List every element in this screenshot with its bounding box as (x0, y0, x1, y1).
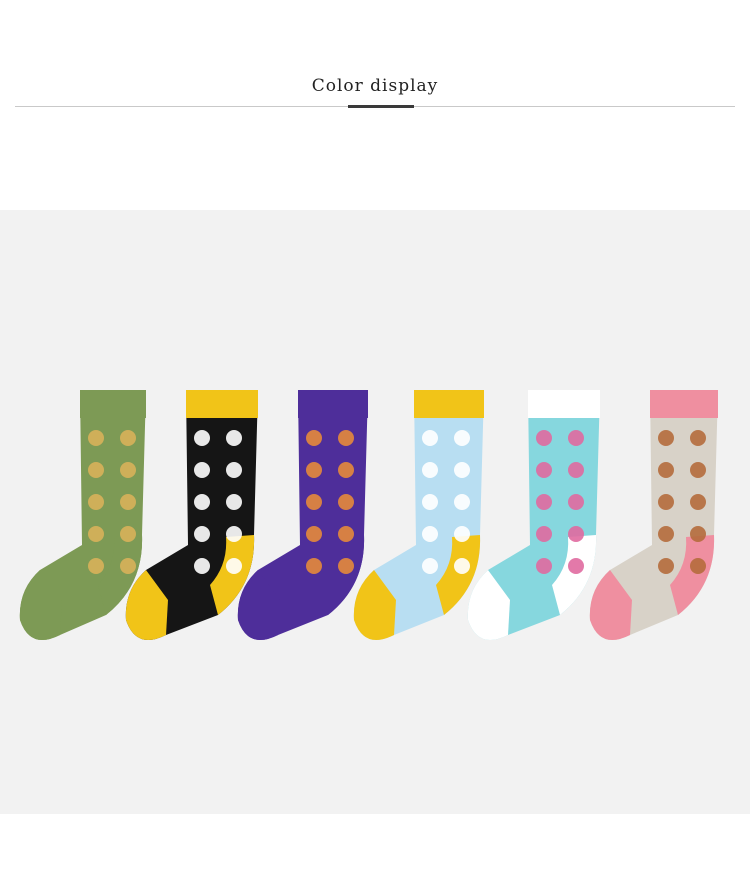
pattern-dot (194, 462, 210, 478)
pattern-dot (338, 494, 354, 510)
pattern-dot (338, 558, 354, 574)
pattern-dot (536, 558, 552, 574)
pattern-dot (306, 526, 322, 542)
pattern-dot (194, 558, 210, 574)
pattern-dot (690, 462, 706, 478)
pattern-dot (568, 430, 584, 446)
pattern-dot (690, 494, 706, 510)
pattern-dot (120, 462, 136, 478)
donut-sock (237, 390, 368, 640)
pattern-dot (568, 526, 584, 542)
sock-cuff (80, 390, 146, 418)
pattern-dot (536, 494, 552, 510)
pattern-dot (194, 494, 210, 510)
section-header: Color display (0, 0, 750, 210)
pattern-dot (568, 558, 584, 574)
pattern-dot (306, 558, 322, 574)
pattern-dot (536, 430, 552, 446)
pattern-dot (690, 558, 706, 574)
pattern-dot (422, 494, 438, 510)
pattern-dot (88, 558, 104, 574)
sock-cuff (298, 390, 368, 418)
pattern-dot (454, 558, 470, 574)
pattern-dot (454, 430, 470, 446)
pattern-dot (120, 430, 136, 446)
pattern-dot (658, 430, 674, 446)
fried-egg-sock (125, 390, 258, 640)
pattern-dot (658, 526, 674, 542)
section-title: Color display (311, 76, 439, 96)
pattern-dot (306, 494, 322, 510)
breakfast-sock (353, 390, 484, 640)
pattern-dot (226, 526, 242, 542)
pattern-dot (338, 430, 354, 446)
pattern-dot (226, 494, 242, 510)
pattern-dot (536, 526, 552, 542)
pattern-dot (422, 526, 438, 542)
pattern-dot (226, 558, 242, 574)
sock-cuff (528, 390, 600, 418)
pattern-dot (422, 430, 438, 446)
sock-cuff (650, 390, 718, 418)
pattern-dot (194, 526, 210, 542)
pattern-dot (690, 430, 706, 446)
pattern-dot (120, 558, 136, 574)
pattern-dot (568, 494, 584, 510)
pattern-dot (338, 526, 354, 542)
donut-coffee-sock (589, 390, 718, 640)
sock-cuff (414, 390, 484, 418)
socks-illustration (19, 390, 718, 640)
pattern-dot (226, 462, 242, 478)
pattern-dot (422, 462, 438, 478)
pattern-dot (194, 430, 210, 446)
product-photo (0, 210, 750, 814)
cupcake-sock (467, 390, 600, 640)
pattern-dot (454, 494, 470, 510)
pattern-dot (658, 558, 674, 574)
pattern-dot (690, 526, 706, 542)
pattern-dot (454, 462, 470, 478)
pattern-dot (658, 462, 674, 478)
pattern-dot (306, 430, 322, 446)
pattern-dot (88, 526, 104, 542)
pattern-dot (226, 430, 242, 446)
pattern-dot (88, 494, 104, 510)
sock-cuff (186, 390, 258, 418)
pattern-dot (88, 430, 104, 446)
pattern-dot (338, 462, 354, 478)
pattern-dot (120, 494, 136, 510)
header-divider-accent (348, 105, 414, 108)
pattern-dot (88, 462, 104, 478)
pattern-dot (422, 558, 438, 574)
pattern-dot (306, 462, 322, 478)
pattern-dot (454, 526, 470, 542)
pattern-dot (658, 494, 674, 510)
pattern-dot (568, 462, 584, 478)
pattern-dot (536, 462, 552, 478)
pattern-dot (120, 526, 136, 542)
